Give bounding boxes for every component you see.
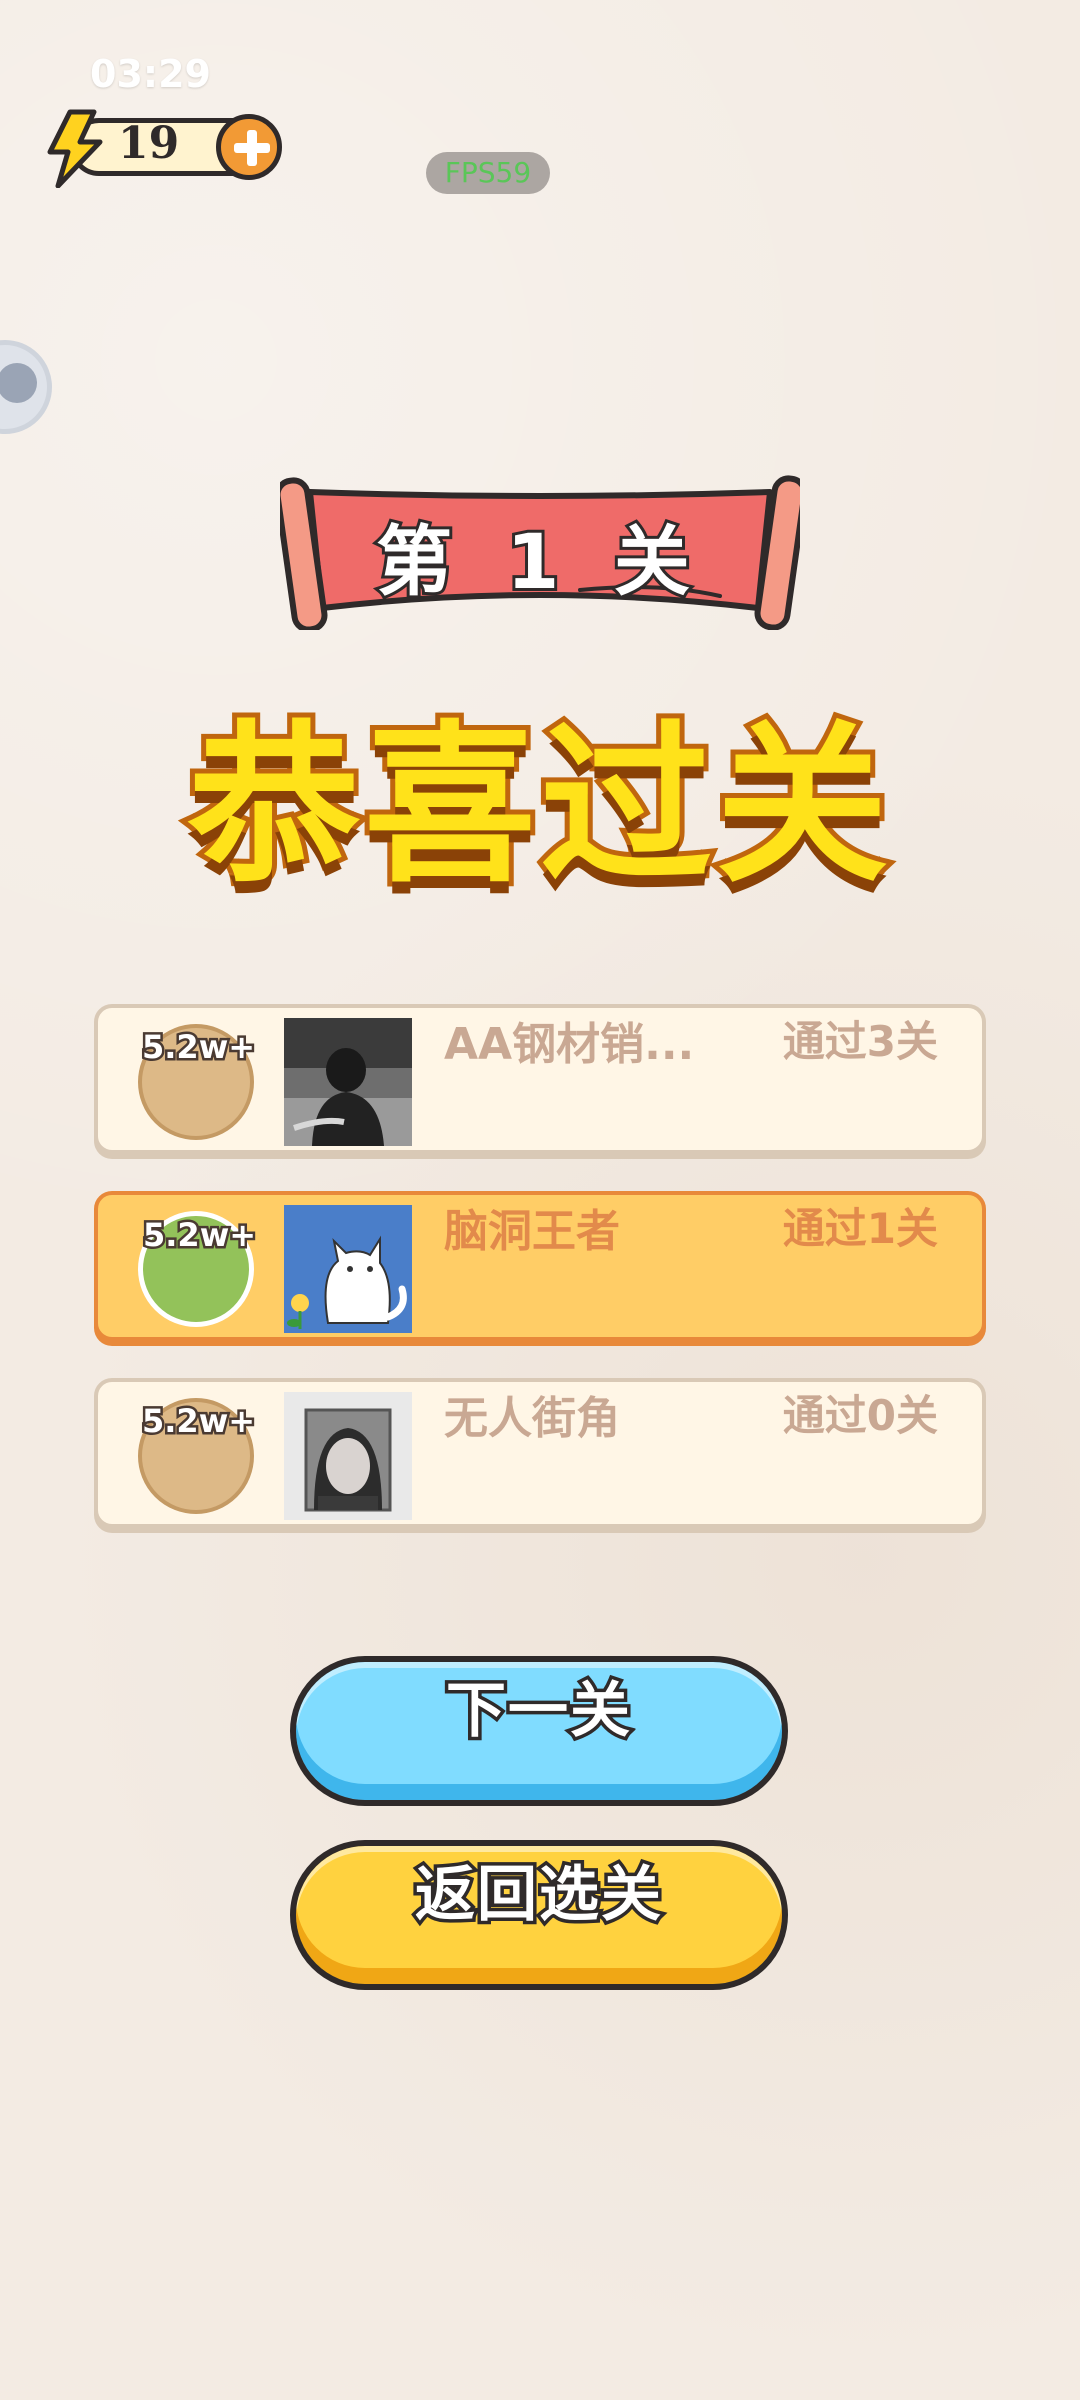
score-badge: 5.2w+ [138, 1398, 258, 1514]
level-label: 第 1 关 [373, 514, 704, 609]
next-level-button[interactable]: 下一关 [290, 1656, 788, 1806]
energy-count: 19 [118, 118, 180, 169]
fps-indicator: FPS59 [426, 152, 550, 194]
avatar[interactable] [284, 1205, 412, 1333]
add-energy-button[interactable] [216, 114, 282, 180]
leaderboard: 5.2w+ AA钢材销... 通过3关 5.2w+ 脑洞王者 通过1关 5.2w… [94, 1004, 986, 1565]
leaderboard-row-current-user: 5.2w+ 脑洞王者 通过1关 [94, 1191, 986, 1341]
lightning-icon [47, 109, 103, 188]
levels-passed: 通过1关 [782, 1204, 938, 1253]
back-to-level-select-button[interactable]: 返回选关 [290, 1840, 788, 1990]
player-name: 无人街角 [444, 1393, 620, 1444]
energy-counter[interactable]: 19 [40, 108, 285, 188]
score-badge: 5.2w+ [138, 1024, 258, 1140]
score-badge: 5.2w+ [138, 1211, 259, 1327]
player-name: AA钢材销... [444, 1019, 695, 1070]
avatar[interactable] [284, 1018, 412, 1146]
leaderboard-row: 5.2w+ AA钢材销... 通过3关 [94, 1004, 986, 1154]
levels-passed: 通过0关 [782, 1391, 938, 1440]
levels-passed: 通过3关 [782, 1017, 938, 1066]
player-name: 脑洞王者 [444, 1206, 620, 1257]
avatar[interactable] [284, 1392, 412, 1520]
leaderboard-row: 5.2w+ 无人街角 通过0关 [94, 1378, 986, 1528]
level-banner: 第 1 关 [280, 470, 800, 630]
congrats-title: 恭喜过关 [183, 700, 893, 911]
status-time: 03:29 [90, 52, 211, 96]
